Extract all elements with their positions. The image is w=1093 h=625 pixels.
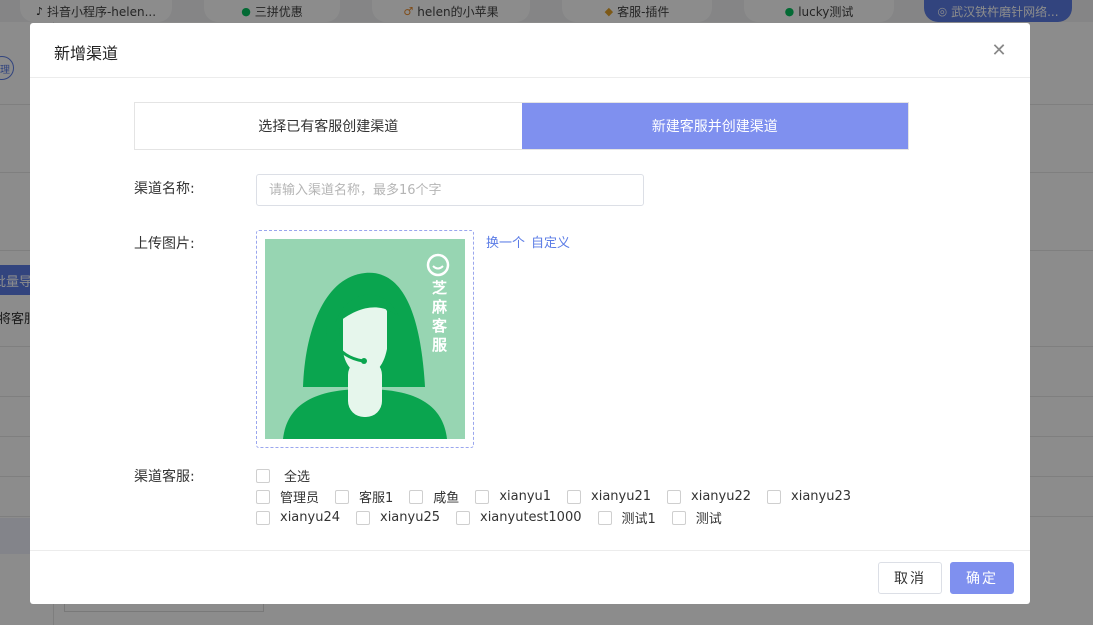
svg-text:芝: 芝: [432, 279, 447, 297]
agents-row-1: 管理员 客服1 咸鱼 xianyu1 xianyu21 xianyu22 xia…: [256, 487, 867, 506]
checkbox-box: [671, 510, 686, 525]
segment-existing-agent[interactable]: 选择已有客服创建渠道: [135, 103, 522, 149]
custom-image-link[interactable]: 自定义: [531, 232, 570, 251]
checkbox-box: [356, 510, 370, 525]
checkbox-box: [335, 489, 350, 504]
agent-checkbox[interactable]: xianyu21: [567, 489, 651, 504]
agent-checkbox[interactable]: xianyu23: [767, 489, 851, 504]
default-avatar-image: 芝 麻 客 服: [265, 239, 465, 439]
svg-text:服: 服: [432, 336, 448, 354]
agent-checkbox[interactable]: xianyu22: [667, 489, 751, 504]
select-all-row: 全选: [256, 466, 326, 485]
add-channel-dialog: 新增渠道 ✕ 选择已有客服创建渠道 新建客服并创建渠道 渠道名称: 上传图片:: [30, 23, 1030, 604]
select-all-checkbox[interactable]: 全选: [256, 466, 310, 485]
agent-checkbox[interactable]: 测试: [671, 508, 722, 527]
agent-checkbox[interactable]: 测试1: [597, 508, 656, 527]
agent-checkbox[interactable]: xianyutest1000: [456, 510, 582, 525]
dialog-footer: 取消 确定: [30, 550, 1030, 604]
agent-checkbox[interactable]: xianyu25: [356, 510, 440, 525]
svg-text:麻: 麻: [431, 298, 448, 316]
dialog-header: 新增渠道 ✕: [30, 23, 1030, 78]
checkbox-box: [767, 489, 782, 504]
agents-row-2: xianyu24 xianyu25 xianyutest1000 测试1 测试: [256, 508, 738, 527]
agent-checkbox[interactable]: 管理员: [256, 487, 319, 506]
checkbox-box: [475, 489, 490, 504]
channel-agents-label: 渠道客服:: [134, 469, 195, 485]
svg-text:客: 客: [431, 317, 448, 335]
checkbox-box: [256, 468, 270, 483]
checkbox-box: [456, 510, 470, 525]
cancel-button[interactable]: 取消: [878, 562, 942, 594]
upload-links: 换一个 自定义: [486, 232, 570, 251]
change-image-link[interactable]: 换一个: [486, 232, 525, 251]
dialog-title: 新增渠道: [54, 44, 119, 63]
upload-image-label: 上传图片:: [134, 236, 195, 252]
checkbox-box: [256, 489, 270, 504]
agent-checkbox[interactable]: xianyu24: [256, 510, 340, 525]
checkbox-box: [567, 489, 582, 504]
checkbox-box: [409, 489, 424, 504]
segment-new-agent[interactable]: 新建客服并创建渠道: [521, 103, 908, 149]
channel-name-input[interactable]: [256, 174, 644, 206]
checkbox-box: [597, 510, 612, 525]
image-upload-area[interactable]: 芝 麻 客 服: [256, 230, 474, 448]
confirm-button[interactable]: 确定: [950, 562, 1014, 594]
agent-checkbox[interactable]: xianyu1: [475, 489, 551, 504]
close-icon[interactable]: ✕: [988, 39, 1010, 61]
create-mode-segmented: 选择已有客服创建渠道 新建客服并创建渠道: [134, 102, 909, 150]
agent-checkbox[interactable]: 客服1: [335, 487, 393, 506]
channel-name-label: 渠道名称:: [134, 181, 195, 197]
agent-checkbox[interactable]: 咸鱼: [409, 487, 459, 506]
checkbox-box: [667, 489, 682, 504]
checkbox-box: [256, 510, 270, 525]
